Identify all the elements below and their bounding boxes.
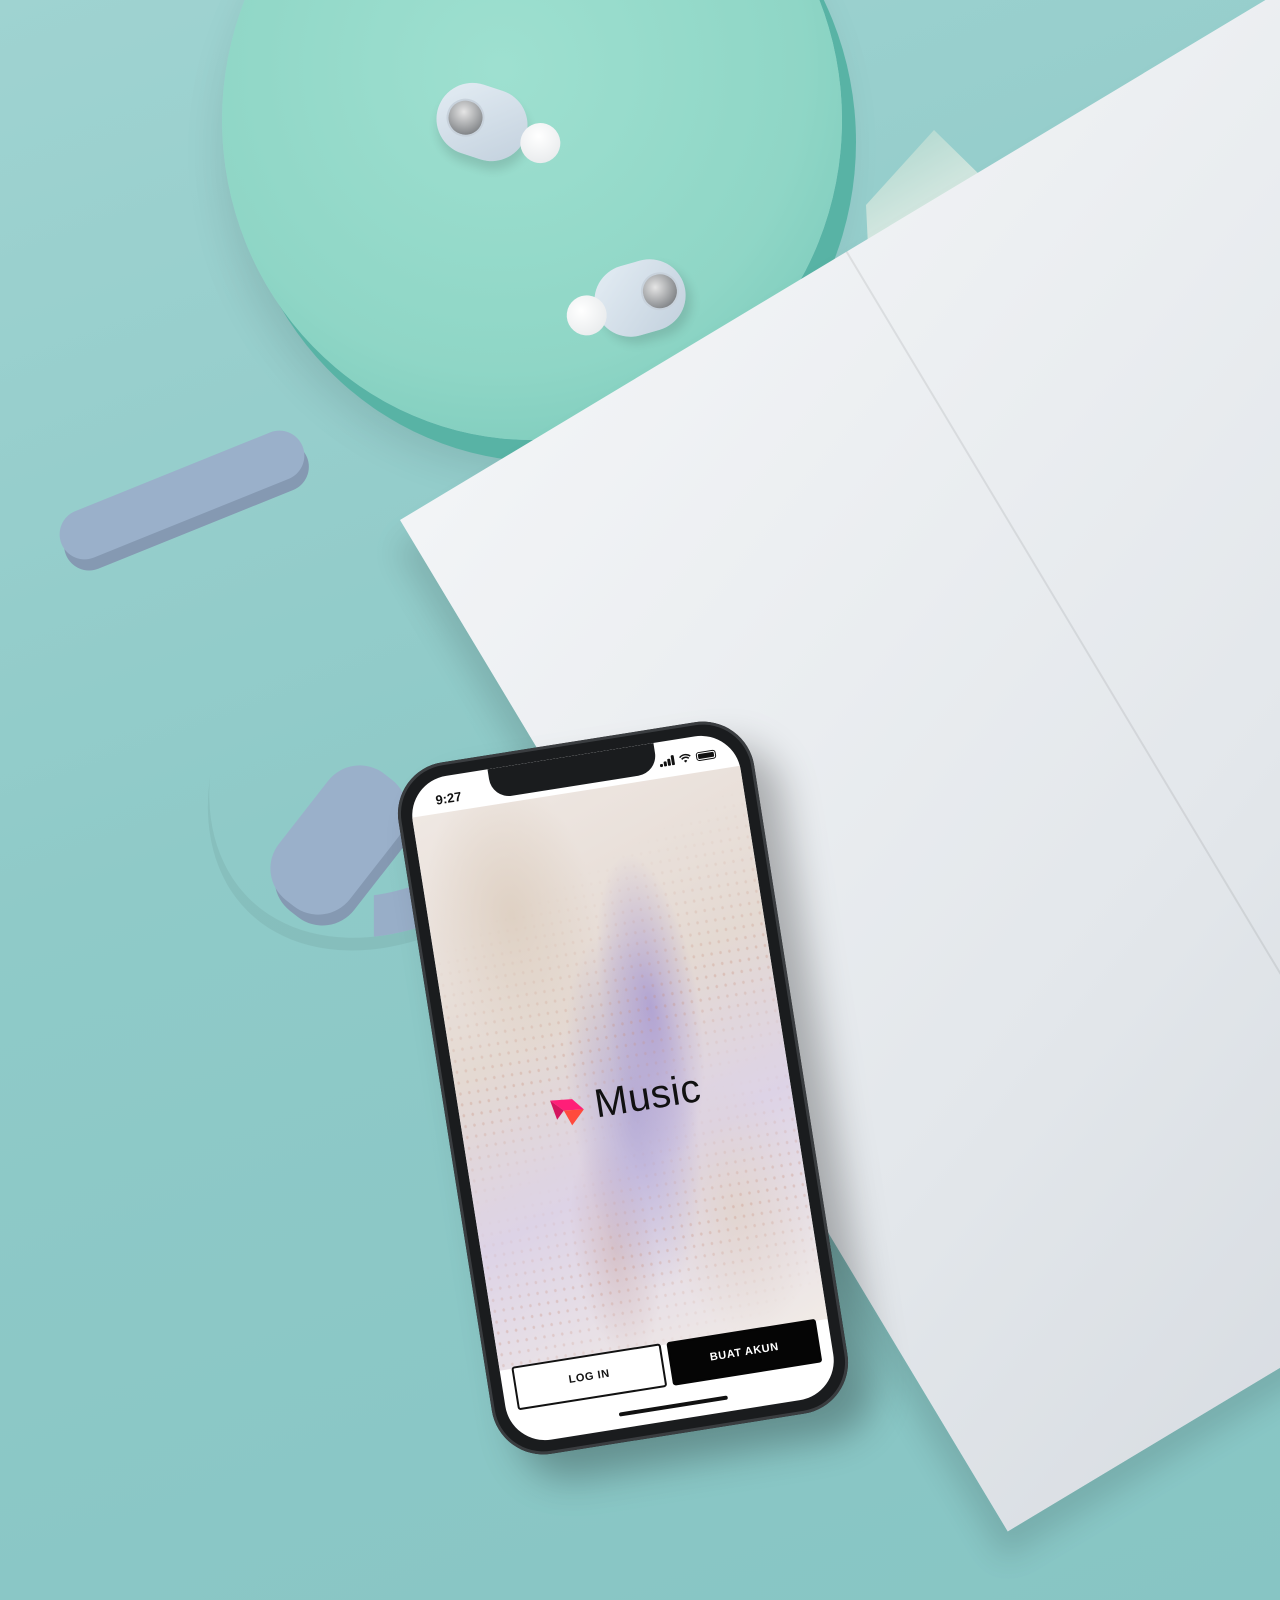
battery-icon — [695, 749, 717, 762]
wavy-object-tail — [52, 423, 312, 567]
background-scene: 9:27 Music LOG IN BUAT AKUN — [0, 0, 1280, 1600]
notebook-fold — [845, 251, 1280, 1264]
wifi-icon — [679, 753, 691, 763]
splash-background: Music — [412, 765, 828, 1371]
earbud-touchpad — [636, 267, 684, 315]
cellular-signal-icon — [659, 754, 676, 768]
pink-arrow-logo-icon — [549, 1098, 584, 1125]
status-icons — [658, 744, 717, 768]
status-time: 9:27 — [434, 788, 463, 808]
earbud-touchpad — [441, 93, 490, 142]
home-indicator[interactable] — [618, 1395, 729, 1417]
